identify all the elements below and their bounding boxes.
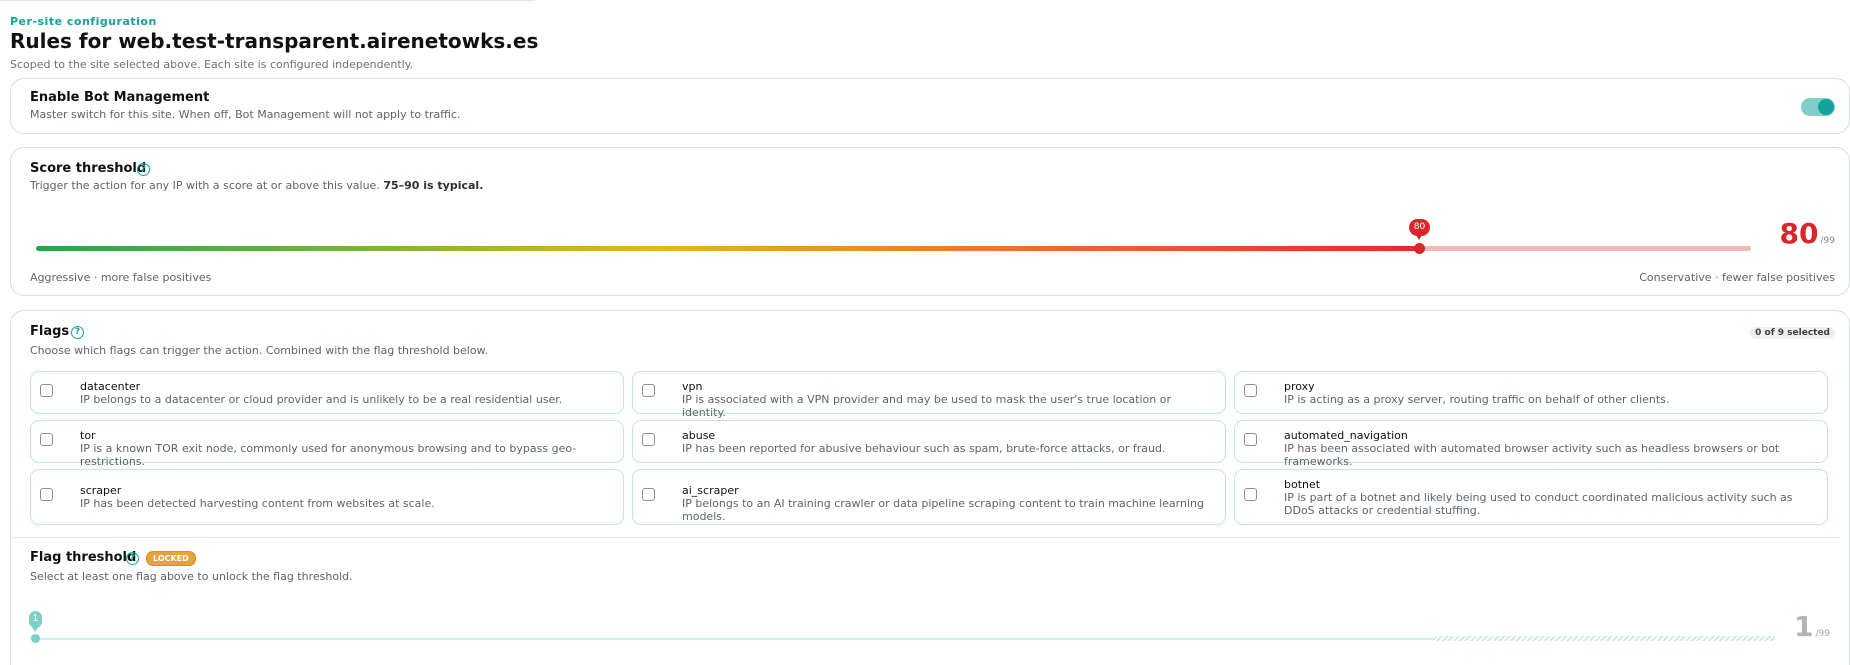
page-title: Rules for web.test-transparent.airenetow… bbox=[10, 29, 539, 53]
flag-checkbox[interactable] bbox=[642, 433, 655, 446]
flags-card: Flags ? Choose which flags can trigger t… bbox=[10, 310, 1850, 665]
flag-vpn[interactable]: vpn IP is associated with a VPN provider… bbox=[632, 371, 1226, 419]
flag-description: IP has been associated with automated br… bbox=[1284, 442, 1780, 468]
score-slider-fill bbox=[36, 246, 1419, 251]
flag-description: IP has been detected harvesting content … bbox=[80, 497, 435, 510]
flag-checkbox[interactable] bbox=[40, 384, 53, 397]
flag-checkbox[interactable] bbox=[1244, 384, 1257, 397]
flag-name: botnet bbox=[1284, 478, 1321, 491]
flag-checkbox[interactable] bbox=[1244, 488, 1257, 501]
flag-scraper[interactable]: scraper IP has been detected harvesting … bbox=[30, 469, 624, 525]
flag-description: IP is associated with a VPN provider and… bbox=[682, 393, 1171, 419]
score-scale-left-label: Aggressive · more false positives bbox=[30, 271, 212, 284]
flag-name: vpn bbox=[682, 380, 703, 393]
flag-threshold-description: Select at least one flag above to unlock… bbox=[30, 570, 353, 583]
flag-description: IP has been reported for abusive behavio… bbox=[682, 442, 1166, 455]
flag-proxy[interactable]: proxy IP is acting as a proxy server, ro… bbox=[1234, 371, 1828, 414]
score-slider-thumb[interactable] bbox=[1414, 243, 1425, 254]
top-divider bbox=[0, 0, 535, 1]
flag-checkbox[interactable] bbox=[40, 433, 53, 446]
score-scale-right-label: Conservative · fewer false positives bbox=[1639, 271, 1835, 284]
flag-description: IP is acting as a proxy server, routing … bbox=[1284, 393, 1670, 406]
help-icon[interactable]: ? bbox=[137, 163, 150, 176]
flag-description: IP belongs to a datacenter or cloud prov… bbox=[80, 393, 563, 406]
flags-description: Choose which flags can trigger the actio… bbox=[30, 344, 489, 357]
score-threshold-description-text: Trigger the action for any IP with a sco… bbox=[30, 179, 380, 192]
flag-checkbox[interactable] bbox=[40, 488, 53, 501]
page-subtitle: Scoped to the site selected above. Each … bbox=[10, 58, 414, 71]
flag-threshold-title: Flag threshold bbox=[30, 550, 137, 565]
flag-checkbox[interactable] bbox=[1244, 433, 1257, 446]
flag-automated-navigation[interactable]: automated_navigation IP has been associa… bbox=[1234, 420, 1828, 468]
flag-description: IP belongs to an AI training crawler or … bbox=[682, 497, 1204, 523]
flag-threshold-value-display: 1/99 bbox=[1794, 610, 1830, 643]
flag-description: IP is part of a botnet and likely being … bbox=[1284, 491, 1793, 517]
flag-datacenter[interactable]: datacenter IP belongs to a datacenter or… bbox=[30, 371, 624, 414]
flag-checkbox[interactable] bbox=[642, 488, 655, 501]
bot-management-title: Enable Bot Management bbox=[30, 90, 210, 105]
flag-name: proxy bbox=[1284, 380, 1315, 393]
flag-name: scraper bbox=[80, 484, 122, 497]
locked-badge: LOCKED bbox=[146, 551, 196, 566]
flag-botnet[interactable]: botnet IP is part of a botnet and likely… bbox=[1234, 469, 1828, 525]
flag-description: IP is a known TOR exit node, commonly us… bbox=[80, 442, 577, 468]
score-value-display: 80/99 bbox=[1780, 217, 1835, 250]
score-threshold-card: Score threshold ? Trigger the action for… bbox=[10, 147, 1850, 296]
flag-abuse[interactable]: abuse IP has been reported for abusive b… bbox=[632, 420, 1226, 463]
score-threshold-title: Score threshold bbox=[30, 161, 147, 176]
bot-management-toggle[interactable] bbox=[1801, 98, 1835, 116]
flags-selected-count: 0 of 9 selected bbox=[1750, 327, 1835, 339]
score-slider-track[interactable] bbox=[36, 246, 1751, 251]
score-threshold-typical: 75–90 is typical. bbox=[383, 179, 484, 192]
help-icon[interactable]: ? bbox=[71, 326, 84, 339]
flag-threshold-thumb bbox=[31, 634, 40, 643]
flag-name: abuse bbox=[682, 429, 716, 442]
score-value: 80 bbox=[1779, 217, 1819, 250]
flag-list: datacenter IP belongs to a datacenter or… bbox=[30, 371, 1835, 525]
score-max: /99 bbox=[1820, 236, 1835, 246]
flag-threshold-disabled-range bbox=[1435, 636, 1775, 641]
flag-threshold-max: /99 bbox=[1815, 629, 1830, 639]
flag-checkbox[interactable] bbox=[642, 384, 655, 397]
section-eyebrow: Per-site configuration bbox=[10, 15, 157, 28]
flags-title: Flags bbox=[30, 324, 70, 339]
flag-name: datacenter bbox=[80, 380, 141, 393]
toggle-knob bbox=[1818, 99, 1834, 115]
flag-name: ai_scraper bbox=[682, 484, 739, 497]
flag-tor[interactable]: tor IP is a known TOR exit node, commonl… bbox=[30, 420, 624, 468]
flag-ai-scraper[interactable]: ai_scraper IP belongs to an AI training … bbox=[632, 469, 1226, 525]
flag-name: tor bbox=[80, 429, 96, 442]
help-icon[interactable]: ? bbox=[126, 552, 139, 565]
section-divider bbox=[10, 537, 1840, 538]
bot-management-description: Master switch for this site. When off, B… bbox=[30, 108, 461, 121]
flag-threshold-tooltip: 1 bbox=[29, 611, 42, 632]
score-slider-tooltip: 80 bbox=[1409, 219, 1430, 240]
flag-threshold-value: 1 bbox=[1794, 610, 1814, 643]
score-threshold-description: Trigger the action for any IP with a sco… bbox=[30, 179, 483, 192]
bot-management-card: Enable Bot Management Master switch for … bbox=[10, 78, 1850, 134]
flag-name: automated_navigation bbox=[1284, 429, 1408, 442]
